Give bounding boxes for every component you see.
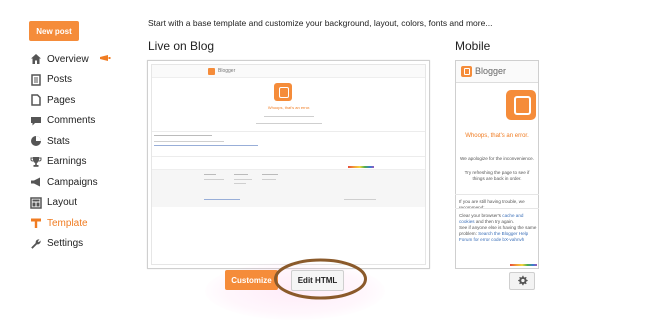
blogger-logo-icon — [461, 66, 472, 77]
footer-heading — [234, 174, 248, 175]
live-preview-divider — [152, 156, 425, 157]
blogger-b-icon — [274, 83, 292, 101]
sidebar-item-label: Stats — [47, 135, 70, 147]
live-on-blog-title: Live on Blog — [148, 39, 215, 53]
mobile-preview-see-text: See if anyone else is having the same pr… — [459, 225, 537, 243]
comments-icon — [30, 115, 42, 127]
footer-line — [344, 199, 376, 200]
posts-icon — [30, 74, 42, 86]
sidebar-item-layout[interactable]: Layout — [30, 193, 140, 214]
footer-heading — [262, 174, 278, 175]
sidebar-item-label: Earnings — [47, 156, 87, 168]
live-preview-text-line — [154, 135, 212, 136]
live-blog-preview[interactable]: Blogger Whoops, that's an error. — [147, 60, 430, 269]
sidebar-item-label: Settings — [47, 238, 84, 250]
sidebar-item-label: Campaigns — [47, 176, 98, 188]
blogger-b-icon — [506, 90, 536, 120]
home-icon — [30, 53, 42, 65]
clear-suffix: and then try again. — [474, 219, 514, 224]
mobile-settings-button[interactable] — [509, 272, 535, 290]
footer-line — [234, 179, 252, 180]
new-post-button[interactable]: New post — [29, 21, 79, 41]
live-preview-footer — [152, 169, 425, 207]
page-intro: Start with a base template and customize… — [148, 18, 493, 28]
mobile-title: Mobile — [455, 39, 491, 53]
customize-button[interactable]: Customize — [225, 270, 278, 290]
clear-prefix: Clear your browser's — [459, 213, 503, 218]
mobile-preview-clear-text: Clear your browser's cache and cookies a… — [459, 213, 537, 225]
footer-line — [262, 179, 276, 180]
sidebar-item-label: Layout — [47, 197, 78, 209]
live-preview-header: Blogger — [152, 65, 425, 78]
sidebar-item-settings[interactable]: Settings — [30, 234, 140, 255]
edit-html-button[interactable]: Edit HTML — [291, 270, 344, 291]
template-icon — [30, 217, 42, 229]
mobile-preview-header: Blogger — [456, 61, 538, 83]
sidebar-item-pages[interactable]: Pages — [30, 90, 140, 111]
sidebar-item-stats[interactable]: Stats — [30, 131, 140, 152]
live-preview-text-line — [154, 145, 258, 146]
footer-line — [234, 183, 246, 184]
sidebar-item-overview[interactable]: Overview — [30, 49, 140, 70]
pages-icon — [30, 94, 42, 106]
sidebar-item-posts[interactable]: Posts — [30, 70, 140, 91]
sidebar-item-label: Pages — [47, 94, 76, 106]
footer-line — [204, 179, 224, 180]
wrench-icon — [30, 238, 42, 250]
blogger-logo-icon — [208, 68, 215, 75]
mobile-preview-error-title: Whoops, that's an error. — [465, 133, 529, 139]
sidebar-item-template[interactable]: Template — [30, 213, 140, 234]
mobile-preview-brand: Blogger — [475, 66, 507, 76]
sidebar-item-label: Posts — [47, 74, 73, 86]
footer-line — [204, 199, 240, 200]
sidebar-item-label: Overview — [47, 53, 89, 65]
mobile-preview-color-strip — [510, 264, 537, 266]
live-preview-text-line — [256, 123, 322, 124]
live-preview-color-strip — [348, 166, 374, 168]
layout-icon — [30, 197, 42, 209]
live-preview-text-line — [154, 141, 224, 142]
footer-heading — [204, 174, 216, 175]
sidebar-item-label: Comments — [47, 115, 96, 127]
sidebar-item-comments[interactable]: Comments — [30, 111, 140, 132]
megaphone-icon — [30, 176, 42, 188]
live-preview-page: Blogger Whoops, that's an error. — [151, 64, 426, 265]
live-preview-error-title: Whoops, that's an error. — [267, 105, 311, 110]
mobile-preview-retry: Try refreshing the page to see if things… — [464, 170, 530, 181]
mobile-preview-still-trouble: If you are still having trouble, we reco… — [459, 199, 525, 210]
mobile-preview-divider — [455, 208, 539, 209]
sidebar-nav: Overview Posts Pages Comments Stats Earn… — [30, 49, 140, 254]
live-preview-divider — [152, 131, 425, 132]
sidebar-item-campaigns[interactable]: Campaigns — [30, 172, 140, 193]
trophy-icon — [30, 156, 42, 168]
live-preview-text-line — [264, 116, 314, 117]
sidebar-item-earnings[interactable]: Earnings — [30, 152, 140, 173]
live-preview-brand: Blogger — [218, 68, 236, 74]
mobile-preview-divider — [455, 194, 539, 195]
sidebar-item-label: Template — [47, 217, 88, 229]
megaphone-pin-icon — [100, 55, 111, 61]
mobile-preview-apology: We apologize for the inconvenience. — [460, 156, 534, 161]
stats-icon — [30, 135, 42, 147]
gear-icon — [517, 274, 528, 289]
